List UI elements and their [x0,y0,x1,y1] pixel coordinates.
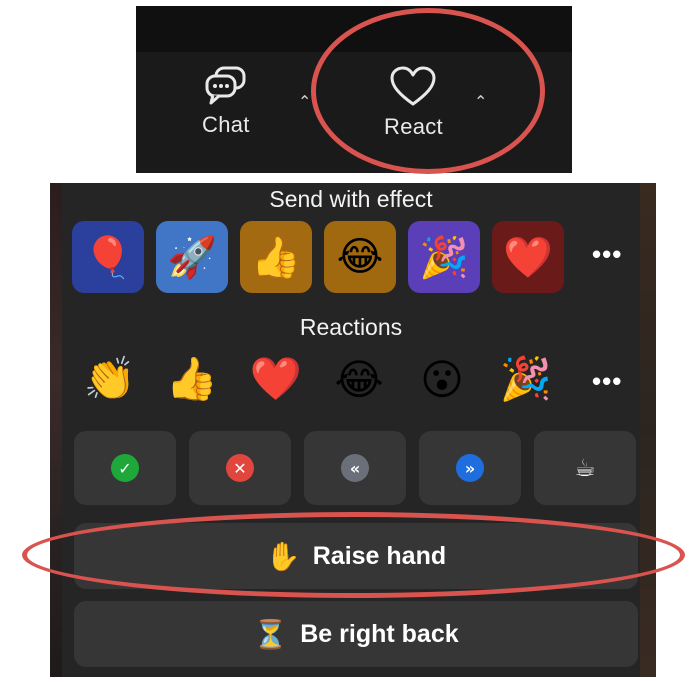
check-icon: ✓ [111,454,139,482]
raised-hand-icon: ✋ [265,539,301,573]
reaction-surprised-face-icon[interactable]: 😮 [412,349,472,409]
video-background-right [640,183,656,677]
video-background-left [50,183,62,677]
effect-red-heart-icon[interactable]: ❤️ [492,221,564,293]
effect-rocket-icon[interactable]: 🚀 [156,221,228,293]
more-effects-button[interactable]: ••• [592,239,622,270]
effect-party-popper-icon[interactable]: 🎉 [408,221,480,293]
reactions-panel: Send with effect 🎈 🚀 👍 😂 🎉 ❤️ ••• Reacti… [50,183,656,677]
raise-hand-label: Raise hand [312,541,447,570]
more-reactions-button[interactable]: ••• [592,366,622,397]
chat-label: Chat [202,112,250,137]
effect-tears-of-joy-icon[interactable]: 😂 [324,221,396,293]
yes-button[interactable]: ✓ [74,431,176,505]
fast-forward-icon: » [456,454,484,482]
no-button[interactable]: ✕ [189,431,291,505]
heart-outline-icon [390,66,436,106]
toolbar-top-strip [136,6,572,52]
x-icon: ✕ [226,454,254,482]
hourglass-icon: ⏳ [253,617,289,651]
chat-options-chevron-icon[interactable]: ⌃ [298,92,311,111]
react-options-chevron-icon[interactable]: ⌃ [474,92,487,111]
react-button[interactable]: React [384,66,443,140]
send-with-effect-title: Send with effect [269,186,433,212]
reaction-clapping-hands-icon[interactable]: 👏 [80,349,140,409]
be-right-back-label: Be right back [300,619,459,648]
speed-up-button[interactable]: » [419,431,521,505]
chat-button[interactable]: Chat [202,66,250,138]
effect-balloon-icon[interactable]: 🎈 [72,221,144,293]
slow-down-button[interactable]: « [304,431,406,505]
reactions-menu: Send with effect 🎈 🚀 👍 😂 🎉 ❤️ ••• Reacti… [62,183,640,677]
reaction-tears-of-joy-icon[interactable]: 😂 [329,349,389,409]
react-label: React [384,114,443,139]
reactions-title: Reactions [299,314,403,340]
coffee-cup-icon: ☕ [574,454,596,482]
raise-hand-button[interactable]: ✋ Raise hand [74,523,638,589]
chat-bubbles-icon [205,66,246,105]
meeting-toolbar: Chat ⌃ React ⌃ [136,6,572,173]
reaction-party-popper-icon[interactable]: 🎉 [496,349,556,409]
reaction-red-heart-icon[interactable]: ❤️ [246,349,306,409]
be-right-back-button[interactable]: ⏳ Be right back [74,601,638,667]
effect-thumbs-up-icon[interactable]: 👍 [240,221,312,293]
reaction-thumbs-up-icon[interactable]: 👍 [162,349,222,409]
coffee-break-button[interactable]: ☕ [534,431,636,505]
rewind-icon: « [341,454,369,482]
